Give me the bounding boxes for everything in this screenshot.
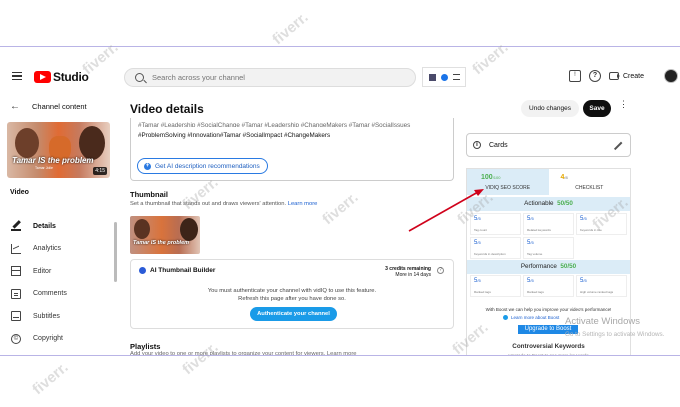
bottom-blank-band xyxy=(0,356,680,407)
annotation-arrow xyxy=(408,189,484,232)
annotation-arrow-line xyxy=(408,191,479,232)
